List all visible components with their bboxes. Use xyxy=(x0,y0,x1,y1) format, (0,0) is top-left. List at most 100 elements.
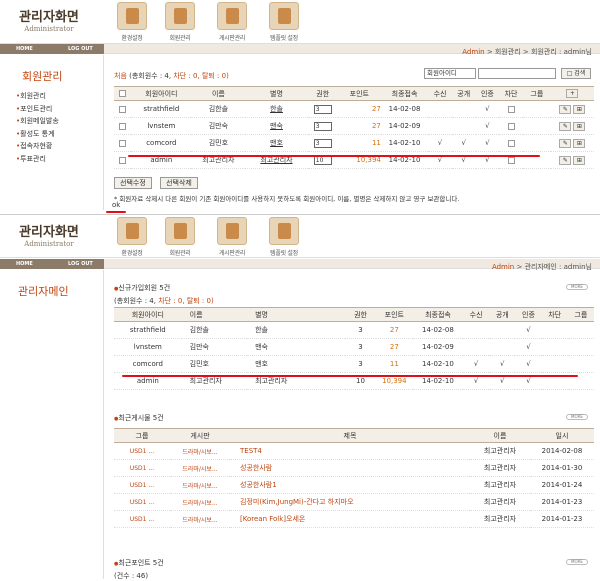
home-link[interactable]: HOME xyxy=(16,261,33,267)
group-icon[interactable]: ⊞ xyxy=(573,155,586,165)
post-subject[interactable]: 김정미(Kim,JungMi)-간다고 하지마오 xyxy=(230,493,470,511)
row-checkbox[interactable] xyxy=(119,105,127,113)
block-checkbox[interactable] xyxy=(507,156,515,164)
col-level[interactable]: 권한 xyxy=(307,86,338,101)
col-id[interactable]: 회원아이디 xyxy=(131,86,192,101)
select-delete-button[interactable]: 선택삭제 xyxy=(160,177,198,189)
menu-members[interactable]: 회원관리 xyxy=(158,217,202,257)
member-point[interactable]: 27 xyxy=(375,321,413,339)
logout-link[interactable]: LOG OUT xyxy=(68,46,93,52)
col-date[interactable]: 최종접속 xyxy=(380,86,429,101)
post-group[interactable]: USD1 ... xyxy=(114,493,170,511)
row-checkbox[interactable] xyxy=(119,139,127,147)
show-all-link[interactable]: 처음 xyxy=(114,72,127,80)
post-subject[interactable]: TEST4 xyxy=(230,442,470,460)
member-summary: 처음 (총회원수 : 4, 차단 : 0, 탈퇴 : 0) xyxy=(114,71,229,81)
block-checkbox[interactable] xyxy=(507,139,515,147)
member-nick[interactable]: 한솔 xyxy=(245,100,308,118)
group-icon[interactable]: ⊞ xyxy=(573,121,586,131)
level-select[interactable]: 3 xyxy=(313,104,332,114)
member-point[interactable]: 27 xyxy=(375,338,413,356)
col-name: 이름 xyxy=(181,307,248,322)
level-select[interactable]: 3 xyxy=(313,121,332,131)
select-all-checkbox[interactable] xyxy=(119,90,127,97)
recent-posts-more-button[interactable]: MORE xyxy=(566,414,588,420)
edit-icon[interactable]: ✎ xyxy=(559,138,572,148)
edit-icon[interactable]: ✎ xyxy=(559,104,572,114)
post-subject[interactable]: [Korean Folk]오세온 xyxy=(230,510,470,528)
member-nick[interactable]: 맨호 xyxy=(245,134,308,152)
menu-templates[interactable]: 템플릿 설정 xyxy=(262,2,306,42)
level-select[interactable]: 3 xyxy=(313,138,332,148)
admin-logo[interactable]: 관리자화면 Administrator xyxy=(14,6,84,33)
logout-link[interactable]: LOG OUT xyxy=(68,261,93,267)
home-link[interactable]: HOME xyxy=(16,46,33,52)
member-auth: √ xyxy=(515,338,542,356)
col-block[interactable]: 차단 xyxy=(499,86,523,101)
block-checkbox[interactable] xyxy=(507,122,515,130)
post-board[interactable]: 드라마/시보... xyxy=(170,442,230,460)
post-board[interactable]: 드라마/시보... xyxy=(170,493,230,511)
menu-settings[interactable]: 환경설정 xyxy=(110,2,154,42)
admin-logo[interactable]: 관리자화면 Administrator xyxy=(14,221,84,248)
recent-points-more-button[interactable]: MORE xyxy=(566,559,588,565)
member-id[interactable]: comcord xyxy=(114,355,182,373)
post-board[interactable]: 드라마/시보... xyxy=(170,476,230,494)
member-id[interactable]: comcord xyxy=(131,134,192,152)
member-id[interactable]: lvnstem xyxy=(114,338,182,356)
sidebar-item-stats[interactable]: 활성도 통계 xyxy=(16,128,59,141)
menu-settings[interactable]: 환경설정 xyxy=(110,217,154,257)
group-icon[interactable]: ⊞ xyxy=(573,104,586,114)
post-subject[interactable]: 성공한사람 xyxy=(230,459,470,477)
select-edit-button[interactable]: 선택수정 xyxy=(114,177,152,189)
post-group[interactable]: USD1 ... xyxy=(114,476,170,494)
member-nick[interactable]: 맨숙 xyxy=(245,117,308,135)
menu-boards[interactable]: 게시판관리 xyxy=(210,217,254,257)
post-group[interactable]: USD1 ... xyxy=(114,442,170,460)
col-nick[interactable]: 별명 xyxy=(245,86,308,101)
sidebar-item-points[interactable]: 포인트관리 xyxy=(16,103,59,116)
block-checkbox[interactable] xyxy=(507,105,515,113)
col-open[interactable]: 공개 xyxy=(451,86,476,101)
post-board[interactable]: 드라마/시보... xyxy=(170,459,230,477)
post-board[interactable]: 드라마/시보... xyxy=(170,510,230,528)
col-group[interactable]: 그룹 xyxy=(522,86,551,101)
sidebar-item-visitors[interactable]: 접속자현황 xyxy=(16,140,59,153)
post-group[interactable]: USD1 ... xyxy=(114,510,170,528)
sidebar-item-poll[interactable]: 투표관리 xyxy=(16,153,59,166)
search-input[interactable] xyxy=(478,68,556,79)
member-point[interactable]: 27 xyxy=(337,117,381,135)
col-auth[interactable]: 인증 xyxy=(475,86,500,101)
member-point[interactable]: 11 xyxy=(375,355,413,373)
breadcrumb-mid[interactable]: 회원관리 xyxy=(495,48,521,56)
row-checkbox[interactable] xyxy=(119,156,127,164)
add-member-icon[interactable]: + xyxy=(566,89,579,98)
col-recv[interactable]: 수신 xyxy=(428,86,452,101)
row-checkbox[interactable] xyxy=(119,122,127,130)
member-id[interactable]: strathfield xyxy=(114,321,182,339)
edit-icon[interactable]: ✎ xyxy=(559,121,572,131)
edit-icon[interactable]: ✎ xyxy=(559,155,572,165)
col-point[interactable]: 포인트 xyxy=(337,86,381,101)
post-group[interactable]: USD1 ... xyxy=(114,459,170,477)
member-point[interactable]: 11 xyxy=(337,134,381,152)
member-id[interactable]: strathfield xyxy=(131,100,192,118)
new-members-more-button[interactable]: MORE xyxy=(566,284,588,290)
sidebar-item-mail[interactable]: 회원메일발송 xyxy=(16,115,59,128)
search-field-select[interactable]: 회원아이디 xyxy=(424,68,476,79)
member-point[interactable]: 27 xyxy=(337,100,381,118)
group-icon[interactable]: ⊞ xyxy=(573,138,586,148)
member-id[interactable]: lvnstem xyxy=(131,117,192,135)
post-date: 2014-01-24 xyxy=(530,476,594,494)
sidebar-item-members[interactable]: 회원관리 xyxy=(16,90,59,103)
col-name[interactable]: 이름 xyxy=(191,86,246,101)
breadcrumb-sep: > xyxy=(516,263,523,271)
breadcrumb-admin[interactable]: Admin xyxy=(462,48,484,56)
menu-boards[interactable]: 게시판관리 xyxy=(210,2,254,42)
breadcrumb-admin[interactable]: Admin xyxy=(492,263,514,271)
search-button[interactable]: □ 검색 xyxy=(561,68,591,79)
col-datetime: 일시 xyxy=(530,428,594,443)
post-subject[interactable]: 성공한사람1 xyxy=(230,476,470,494)
menu-members[interactable]: 회원관리 xyxy=(158,2,202,42)
menu-templates[interactable]: 템플릿 설정 xyxy=(262,217,306,257)
